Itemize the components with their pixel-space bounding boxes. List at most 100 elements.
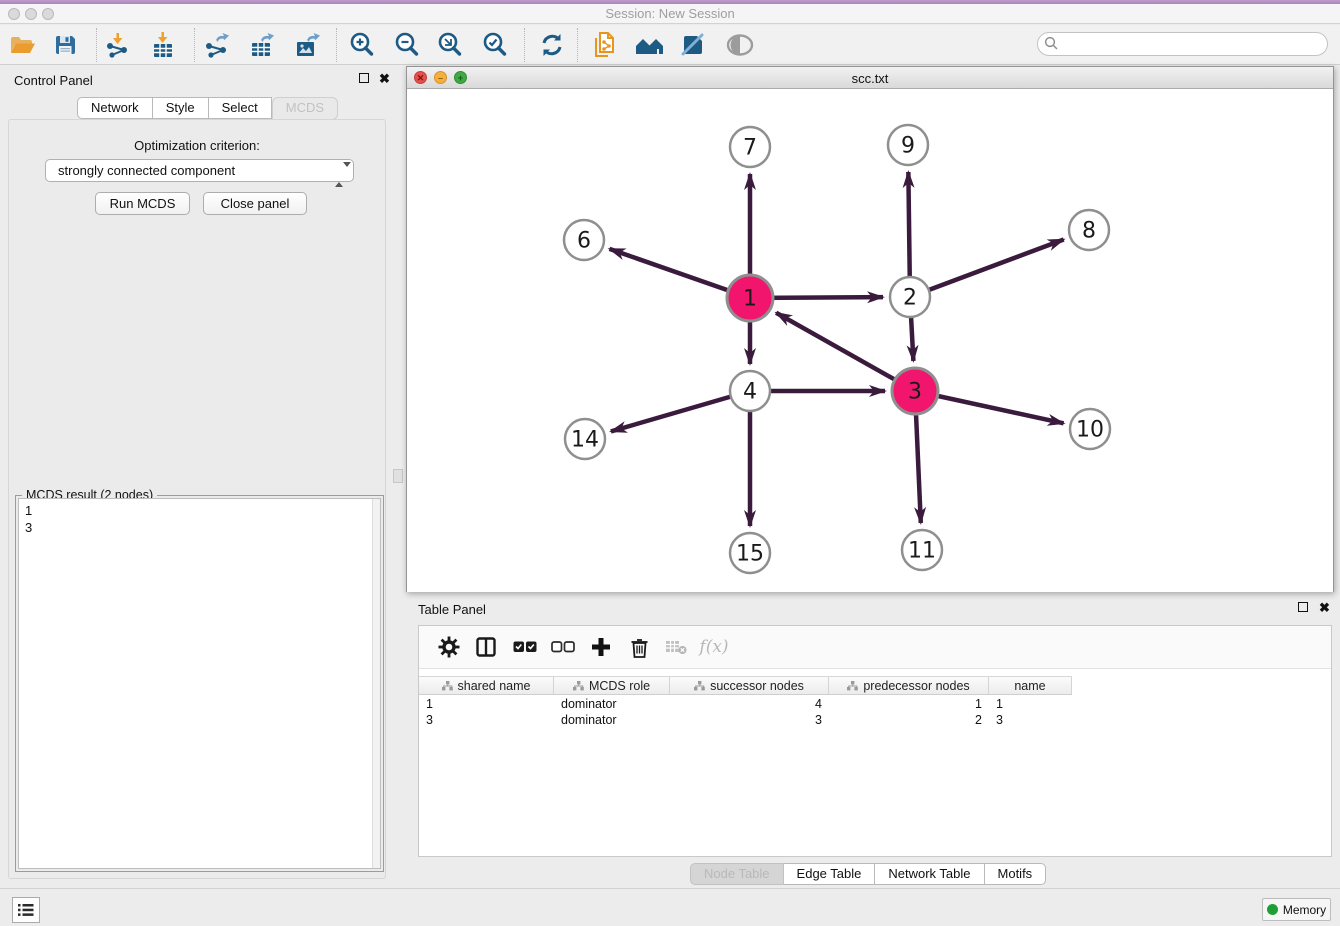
mcds-result-text[interactable]: 1 3	[18, 498, 381, 869]
node-6[interactable]: 6	[564, 220, 604, 260]
column-header-shared-name[interactable]: shared name	[419, 677, 554, 694]
svg-text:10: 10	[1076, 418, 1104, 443]
tab-motifs[interactable]: Motifs	[985, 863, 1047, 885]
tab-edge-table[interactable]: Edge Table	[784, 863, 876, 885]
run-mcds-button[interactable]: Run MCDS	[95, 192, 190, 215]
table-cell[interactable]: 1	[419, 696, 554, 712]
close-table-panel-icon[interactable]: ✖	[1319, 603, 1330, 613]
network-window-titlebar[interactable]: ✕ – + scc.txt	[407, 67, 1333, 89]
float-panel-icon[interactable]	[359, 73, 369, 83]
toolbar-separator	[577, 28, 578, 62]
tab-network[interactable]: Network	[77, 97, 153, 119]
node-2[interactable]: 2	[890, 277, 930, 317]
task-history-button[interactable]	[12, 897, 40, 923]
save-session-icon[interactable]	[50, 30, 80, 60]
table-cell[interactable]: 2	[829, 712, 989, 728]
column-header-predecessor-nodes[interactable]: predecessor nodes	[829, 677, 989, 694]
network-graph[interactable]: 1 2 3 4 6 7 8 9 10 11 14 15	[407, 89, 1333, 592]
control-panel: Control Panel ✖ NetworkStyleSelectMCDS O…	[0, 65, 394, 886]
node-4[interactable]: 4	[730, 371, 770, 411]
float-table-panel-icon[interactable]	[1298, 602, 1308, 612]
svg-text:8: 8	[1082, 219, 1096, 244]
node-14[interactable]: 14	[565, 419, 605, 459]
zoom-in-icon[interactable]	[347, 30, 377, 60]
vertical-splitter-handle[interactable]	[393, 469, 403, 483]
svg-text:9: 9	[901, 134, 915, 159]
tab-select[interactable]: Select	[209, 97, 272, 119]
table-cell[interactable]: 3	[989, 712, 1072, 728]
column-header-MCDS-role[interactable]: MCDS role	[554, 677, 670, 694]
hide-graphics-details-icon[interactable]	[678, 30, 708, 60]
criterion-dropdown[interactable]: strongly connected component	[45, 159, 354, 182]
table-options-icon[interactable]	[435, 633, 463, 661]
table-cell[interactable]: dominator	[554, 712, 670, 728]
table-cell[interactable]: 4	[670, 696, 829, 712]
node-7[interactable]: 7	[730, 127, 770, 167]
column-header-successor-nodes[interactable]: successor nodes	[670, 677, 829, 694]
column-type-icon	[442, 681, 453, 691]
column-type-icon	[694, 681, 705, 691]
titlebar-accent	[0, 0, 1340, 4]
add-row-icon[interactable]	[587, 633, 615, 661]
table-cell[interactable]: dominator	[554, 696, 670, 712]
toolbar-separator	[96, 28, 97, 62]
table-cell[interactable]: 1	[989, 696, 1072, 712]
import-network-icon[interactable]	[103, 30, 133, 60]
table-cell[interactable]: 3	[419, 712, 554, 728]
toolbar-separator	[194, 28, 195, 62]
export-table-icon[interactable]	[247, 30, 277, 60]
edge-4-14[interactable]	[611, 391, 750, 431]
node-11[interactable]: 11	[902, 530, 942, 570]
memory-button[interactable]: Memory	[1262, 898, 1331, 921]
table-row[interactable]: 1dominator411	[419, 696, 1331, 712]
main-toolbar	[0, 25, 1340, 65]
open-session-icon[interactable]	[7, 30, 37, 60]
criterion-value: strongly connected component	[58, 163, 235, 178]
mcds-panel: Optimization criterion: strongly connect…	[8, 119, 386, 879]
export-network-icon[interactable]	[202, 30, 232, 60]
zoom-selected-icon[interactable]	[480, 30, 510, 60]
node-9[interactable]: 9	[888, 125, 928, 165]
node-8[interactable]: 8	[1069, 210, 1109, 250]
search-input[interactable]	[1037, 32, 1328, 56]
first-neighbors-icon[interactable]	[635, 30, 665, 60]
result-scrollbar[interactable]	[372, 499, 380, 868]
zoom-out-icon[interactable]	[392, 30, 422, 60]
close-panel-button[interactable]: Close panel	[203, 192, 307, 215]
export-image-icon[interactable]	[292, 30, 322, 60]
optimization-criterion-label: Optimization criterion:	[9, 138, 385, 153]
svg-text:6: 6	[577, 229, 591, 254]
node-table: f(x) shared nameMCDS role successor nodes…	[418, 625, 1332, 857]
task-list-icon	[18, 903, 34, 917]
select-all-checkboxes-icon[interactable]	[511, 633, 539, 661]
close-panel-icon[interactable]: ✖	[379, 74, 390, 84]
tab-node-table[interactable]: Node Table	[690, 863, 784, 885]
tab-style[interactable]: Style	[153, 97, 209, 119]
table-cell[interactable]: 3	[670, 712, 829, 728]
memory-label: Memory	[1283, 903, 1326, 917]
function-builder-icon: f(x)	[700, 633, 728, 661]
column-header-label: successor nodes	[710, 679, 804, 693]
network-window-title: scc.txt	[407, 71, 1333, 86]
refresh-icon[interactable]	[537, 30, 567, 60]
node-10[interactable]: 10	[1070, 409, 1110, 449]
import-table-icon[interactable]	[148, 30, 178, 60]
network-canvas[interactable]: 1 2 3 4 6 7 8 9 10 11 14 15	[407, 89, 1333, 592]
deselect-all-checkboxes-icon[interactable]	[549, 633, 577, 661]
edge-2-8[interactable]	[910, 239, 1064, 297]
delete-row-icon[interactable]	[625, 633, 653, 661]
tab-mcds[interactable]: MCDS	[272, 97, 338, 120]
network-window: ✕ – + scc.txt 1 2 3 4 6 7 8 9 10 11 14 15	[406, 66, 1334, 592]
delete-column-icon	[662, 633, 690, 661]
node-3[interactable]: 3	[892, 368, 938, 414]
node-1[interactable]: 1	[727, 275, 773, 321]
node-15[interactable]: 15	[730, 533, 770, 573]
column-header-name[interactable]: name	[989, 677, 1072, 694]
tab-network-table[interactable]: Network Table	[875, 863, 984, 885]
table-cell[interactable]: 1	[829, 696, 989, 712]
clone-network-icon[interactable]	[590, 30, 620, 60]
table-row[interactable]: 3dominator323	[419, 712, 1331, 728]
table-rows: 1dominator4113dominator323	[419, 696, 1331, 728]
zoom-fit-icon[interactable]	[435, 30, 465, 60]
show-columns-icon[interactable]	[472, 633, 500, 661]
